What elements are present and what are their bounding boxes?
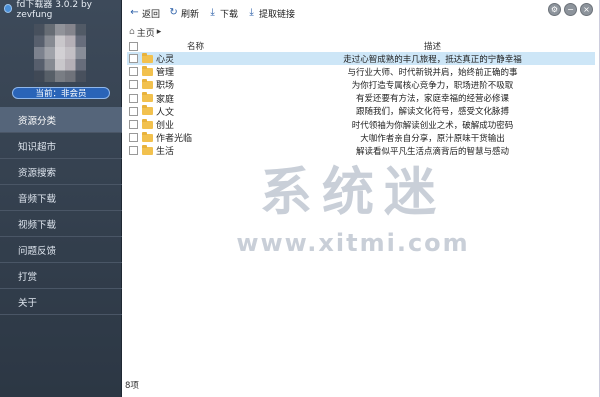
sidebar-nav: 资源分类 知识超市 资源搜索 音频下载 视频下载 问题反馈 打赏 关于 <box>0 107 122 315</box>
row-checkbox[interactable] <box>129 93 138 103</box>
sidebar-item-feedback[interactable]: 问题反馈 <box>0 237 122 263</box>
extract-link-icon: ⤓ <box>249 7 254 18</box>
table-row[interactable]: 家庭 有爱还要有方法，家庭幸福的经营必修课 <box>127 92 595 105</box>
row-name: 心灵 <box>156 55 175 66</box>
sidebar-item-resource-category[interactable]: 资源分类 <box>0 107 122 133</box>
folder-icon <box>142 65 153 76</box>
sidebar-item-audio-download[interactable]: 音频下载 <box>0 185 122 211</box>
sidebar-item-donate[interactable]: 打赏 <box>0 263 122 289</box>
row-checkbox[interactable] <box>129 80 138 90</box>
avatar[interactable] <box>34 24 86 82</box>
folder-icon <box>142 52 153 63</box>
table-row[interactable]: 生活 解读看似平凡生活点滴背后的智慧与感动 <box>127 144 595 157</box>
close-icon[interactable]: × <box>580 3 593 16</box>
breadcrumb-home[interactable]: 主页 <box>137 26 155 39</box>
row-name: 职场 <box>156 81 175 92</box>
chevron-right-icon: ▸ <box>156 27 162 37</box>
minimize-icon[interactable]: − <box>564 3 577 16</box>
sidebar: fd下载器 3.0.2 by zevfung 当前：非会员 资源分类 知识超市 … <box>0 0 122 397</box>
folder-icon <box>142 144 153 155</box>
sidebar-item-resource-search[interactable]: 资源搜索 <box>0 159 122 185</box>
folder-icon <box>142 131 153 142</box>
extract-link-label: 提取链接 <box>259 9 296 20</box>
sidebar-item-about[interactable]: 关于 <box>0 289 122 315</box>
table-row[interactable]: 管理 与行业大师、时代新锐并肩，始终前正确的事 <box>127 65 595 78</box>
table-row[interactable]: 职场 为你打造专属核心竞争力，职场进阶不吸取 <box>127 78 595 91</box>
row-desc: 为你打造专属核心竞争力，职场进阶不吸取 <box>351 80 514 91</box>
column-header-desc[interactable]: 描述 <box>270 40 595 52</box>
row-name-cell: 作者光临 <box>142 131 270 144</box>
row-name-cell: 生活 <box>142 144 270 157</box>
row-desc: 大咖作者亲自分享，原汁原味干货输出 <box>360 133 505 144</box>
row-checkbox[interactable] <box>129 54 138 64</box>
row-name: 生活 <box>156 147 175 158</box>
table-row[interactable]: 作者光临 大咖作者亲自分享，原汁原味干货输出 <box>127 131 595 144</box>
row-name: 家庭 <box>156 94 175 105</box>
row-desc: 有爱还要有方法，家庭幸福的经营必修课 <box>355 94 509 105</box>
download-label: 下载 <box>220 9 239 20</box>
back-label: 返回 <box>142 9 161 20</box>
row-name-cell: 家庭 <box>142 92 270 105</box>
member-status-badge: 当前：非会员 <box>12 87 110 99</box>
folder-icon <box>142 78 153 89</box>
refresh-label: 刷新 <box>181 9 200 20</box>
row-checkbox[interactable] <box>129 67 138 77</box>
folder-icon <box>142 92 153 103</box>
row-name: 作者光临 <box>156 134 193 145</box>
select-all-checkbox[interactable] <box>129 41 138 51</box>
extract-link-button[interactable]: ⤓ 提取链接 <box>246 7 295 20</box>
row-desc: 时代领袖为你解读创业之术，破解成功密码 <box>351 120 514 131</box>
download-icon: ⤓ <box>210 7 215 18</box>
table-row[interactable]: 心灵 走过心智成熟的丰几旅程，抵达真正的宁静幸福 <box>127 52 595 66</box>
row-desc: 与行业大师、时代新锐并肩，始终前正确的事 <box>347 67 518 78</box>
watermark: 系统迷 www.xitmi.com <box>203 150 503 257</box>
toolbar: ← 返回 ↻ 刷新 ⤓ 下载 ⤓ 提取链接 <box>123 4 295 22</box>
row-checkbox[interactable] <box>129 120 138 130</box>
download-button[interactable]: ⤓ 下载 <box>207 7 238 20</box>
row-name-cell: 职场 <box>142 78 270 91</box>
refresh-button[interactable]: ↻ 刷新 <box>168 7 199 20</box>
watermark-url: www.xitmi.com <box>236 229 470 257</box>
row-name-cell: 心灵 <box>142 52 270 65</box>
status-count: 8项 <box>125 381 139 391</box>
window-controls: ⚙ − × <box>548 3 593 16</box>
row-name-cell: 创业 <box>142 118 270 131</box>
table-header: 名称 描述 <box>127 40 595 52</box>
row-desc: 走过心智成熟的丰几旅程，抵达真正的宁静幸福 <box>343 54 522 65</box>
home-icon: ⌂ <box>129 27 135 37</box>
row-name-cell: 管理 <box>142 65 270 78</box>
file-list: 名称 描述 心灵 走过心智成熟的丰几旅程，抵达真正的宁静幸福 管理 与行业大师、… <box>127 40 595 158</box>
watermark-title: 系统迷 <box>259 162 446 223</box>
table-row[interactable]: 创业 时代领袖为你解读创业之术，破解成功密码 <box>127 118 595 131</box>
sidebar-item-knowledge-market[interactable]: 知识超市 <box>0 133 122 159</box>
settings-icon[interactable]: ⚙ <box>548 3 561 16</box>
row-name: 管理 <box>156 68 175 79</box>
title-bar: fd下载器 3.0.2 by zevfung <box>0 0 122 20</box>
app-title: fd下载器 3.0.2 by zevfung <box>16 0 93 20</box>
breadcrumb: ⌂ 主页 ▸ <box>129 26 162 39</box>
arrow-left-icon: ← <box>130 7 139 18</box>
back-button[interactable]: ← 返回 <box>129 7 160 20</box>
row-name: 创业 <box>156 121 175 132</box>
main-panel: ← 返回 ↻ 刷新 ⤓ 下载 ⤓ 提取链接 ⚙ − × ⌂ 主页 ▸ 名称 描述 <box>123 0 600 397</box>
column-header-name[interactable]: 名称 <box>142 40 270 52</box>
row-checkbox[interactable] <box>129 133 138 143</box>
row-desc: 跟随我们，解读文化符号，感受文化脉搏 <box>355 107 509 118</box>
folder-icon <box>142 105 153 116</box>
folder-icon <box>142 118 153 129</box>
table-row[interactable]: 人文 跟随我们，解读文化符号，感受文化脉搏 <box>127 105 595 118</box>
row-checkbox[interactable] <box>129 106 138 116</box>
row-name-cell: 人文 <box>142 105 270 118</box>
sidebar-item-video-download[interactable]: 视频下载 <box>0 211 122 237</box>
row-desc: 解读看似平凡生活点滴背后的智慧与感动 <box>355 146 509 157</box>
row-checkbox[interactable] <box>129 146 138 156</box>
app-logo-icon <box>4 3 13 13</box>
refresh-icon: ↻ <box>169 7 178 18</box>
row-name: 人文 <box>156 107 175 118</box>
